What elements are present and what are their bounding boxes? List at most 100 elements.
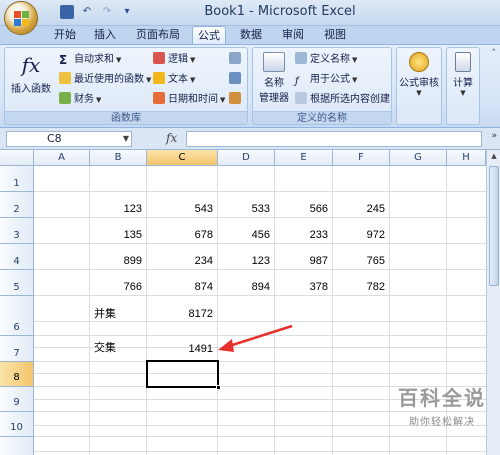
formula-bar: C8 ▼ fx »: [0, 128, 500, 150]
selected-cell-c8[interactable]: [146, 360, 221, 390]
row-header-1[interactable]: 1: [0, 166, 34, 192]
insert-function-fx-button[interactable]: fx: [166, 131, 177, 145]
create-from-selection-button[interactable]: 根据所选内容创建: [295, 92, 390, 108]
cell-d5[interactable]: 894: [218, 270, 274, 295]
cell-c5[interactable]: 874: [147, 270, 217, 295]
cell-e5[interactable]: 378: [275, 270, 332, 295]
define-name-button[interactable]: 定义名称 ▼: [295, 52, 357, 68]
formula-auditing-button[interactable]: 公式审核 ▼: [397, 52, 441, 97]
use-in-formula-label: 用于公式: [310, 74, 350, 85]
cell-f5[interactable]: 782: [333, 270, 389, 295]
select-all-corner[interactable]: [0, 150, 34, 166]
fill-handle[interactable]: [216, 385, 221, 390]
column-header-d[interactable]: D: [218, 150, 275, 166]
tab-home[interactable]: 开始: [48, 26, 82, 44]
tab-insert[interactable]: 插入: [88, 26, 122, 44]
office-button[interactable]: [4, 1, 38, 35]
logical-icon: [153, 52, 165, 64]
ribbon: fx 插入函数 Σ 自动求和 ▼ 最近使用的函数 ▼ 财务 ▼ 逻辑 ▼ 文本 ▼ 日期和时…: [0, 44, 500, 128]
row-header-3[interactable]: 3: [0, 218, 34, 244]
arrow-head: [218, 339, 234, 352]
name-box-value: C8: [47, 132, 62, 145]
autosum-button[interactable]: Σ 自动求和 ▼: [59, 52, 121, 68]
text-button[interactable]: 文本 ▼: [153, 72, 195, 88]
cell-d4[interactable]: 123: [218, 244, 274, 269]
cell-c3[interactable]: 678: [147, 218, 217, 243]
lookup-icon: [229, 52, 241, 64]
tab-data[interactable]: 数据: [234, 26, 268, 44]
use-in-formula-button[interactable]: ƒ 用于公式 ▼: [295, 72, 357, 88]
group-label-defined-names: 定义的名称: [253, 111, 391, 124]
name-manager-label-1: 名称: [264, 78, 284, 89]
cell-c4[interactable]: 234: [147, 244, 217, 269]
cell-c2[interactable]: 543: [147, 192, 217, 217]
text-label: 文本: [168, 74, 188, 85]
row-header-11[interactable]: [0, 437, 34, 455]
cell-e4[interactable]: 987: [275, 244, 332, 269]
column-header-h[interactable]: H: [447, 150, 486, 166]
row-header-10[interactable]: 10: [0, 412, 34, 437]
cell-d3[interactable]: 456: [218, 218, 274, 243]
cell-b7-intersection-label[interactable]: 交集: [90, 336, 146, 361]
red-arrow-annotation: [218, 324, 293, 352]
column-header-g[interactable]: G: [390, 150, 447, 166]
column-header-e[interactable]: E: [275, 150, 333, 166]
gridline: [34, 361, 486, 362]
column-header-b[interactable]: B: [90, 150, 147, 166]
row-header-4[interactable]: 4: [0, 244, 34, 270]
ribbon-expand-icon[interactable]: ˆ: [492, 49, 497, 59]
cell-b3[interactable]: 135: [90, 218, 146, 243]
column-header-c[interactable]: C: [147, 150, 218, 166]
tab-review[interactable]: 审阅: [276, 26, 310, 44]
cell-b6-union-label[interactable]: 并集: [90, 296, 146, 335]
cell-e3[interactable]: 233: [275, 218, 332, 243]
cell-b2[interactable]: 123: [90, 192, 146, 217]
date-time-button[interactable]: 日期和时间 ▼: [153, 92, 225, 108]
financial-button[interactable]: 财务 ▼: [59, 92, 101, 108]
cell-b5[interactable]: 766: [90, 270, 146, 295]
row-header-5[interactable]: 5: [0, 270, 34, 296]
math-icon: [229, 72, 241, 84]
cell-b4[interactable]: 899: [90, 244, 146, 269]
column-header-a[interactable]: A: [34, 150, 90, 166]
more-functions-button[interactable]: [229, 92, 244, 108]
cell-c7-intersection-value[interactable]: 1491: [147, 336, 217, 361]
cell-e2[interactable]: 566: [275, 192, 332, 217]
name-manager-button[interactable]: 名称 管理器: [255, 52, 293, 104]
name-box[interactable]: C8 ▼: [6, 131, 132, 147]
row-header-2[interactable]: 2: [0, 192, 34, 218]
formula-input[interactable]: [186, 131, 482, 147]
tab-page-layout[interactable]: 页面布局: [130, 26, 186, 44]
row-header-7[interactable]: 7: [0, 336, 34, 362]
calendar-icon: [153, 92, 165, 104]
title-bar: ↶ ↷ ▾ Book1 - Microsoft Excel: [0, 0, 500, 35]
formula-bar-expand-icon[interactable]: »: [491, 131, 497, 141]
lookup-button[interactable]: [229, 52, 244, 68]
row-header-6[interactable]: 6: [0, 296, 34, 336]
insert-function-label: 插入函数: [11, 84, 51, 95]
name-box-dropdown-icon[interactable]: ▼: [123, 132, 129, 146]
cell-d2[interactable]: 533: [218, 192, 274, 217]
cell-f4[interactable]: 765: [333, 244, 389, 269]
scroll-up-icon[interactable]: ▲: [489, 152, 499, 162]
text-a-icon: [153, 72, 165, 84]
cell-f2[interactable]: 245: [333, 192, 389, 217]
column-header-f[interactable]: F: [333, 150, 390, 166]
calculation-button[interactable]: 计算 ▼: [447, 52, 479, 97]
tab-view[interactable]: 视图: [318, 26, 352, 44]
group-calculation: 计算 ▼: [446, 47, 480, 125]
vertical-scrollbar[interactable]: ▲: [486, 150, 500, 455]
create-names-icon: [295, 92, 307, 104]
row-header-9[interactable]: 9: [0, 387, 34, 412]
recent-functions-button[interactable]: 最近使用的函数 ▼: [59, 72, 151, 88]
create-from-selection-label: 根据所选内容创建: [310, 94, 390, 105]
scroll-thumb[interactable]: [489, 166, 499, 286]
tab-formulas[interactable]: 公式: [192, 26, 226, 44]
cell-c6-union-value[interactable]: 8172: [147, 296, 217, 335]
math-button[interactable]: [229, 72, 244, 88]
insert-function-button[interactable]: fx 插入函数: [9, 52, 53, 95]
logical-button[interactable]: 逻辑 ▼: [153, 52, 195, 68]
ribbon-tabs: 开始 插入 页面布局 公式 数据 审阅 视图: [0, 26, 500, 44]
cell-f3[interactable]: 972: [333, 218, 389, 243]
row-header-8[interactable]: 8: [0, 362, 34, 387]
